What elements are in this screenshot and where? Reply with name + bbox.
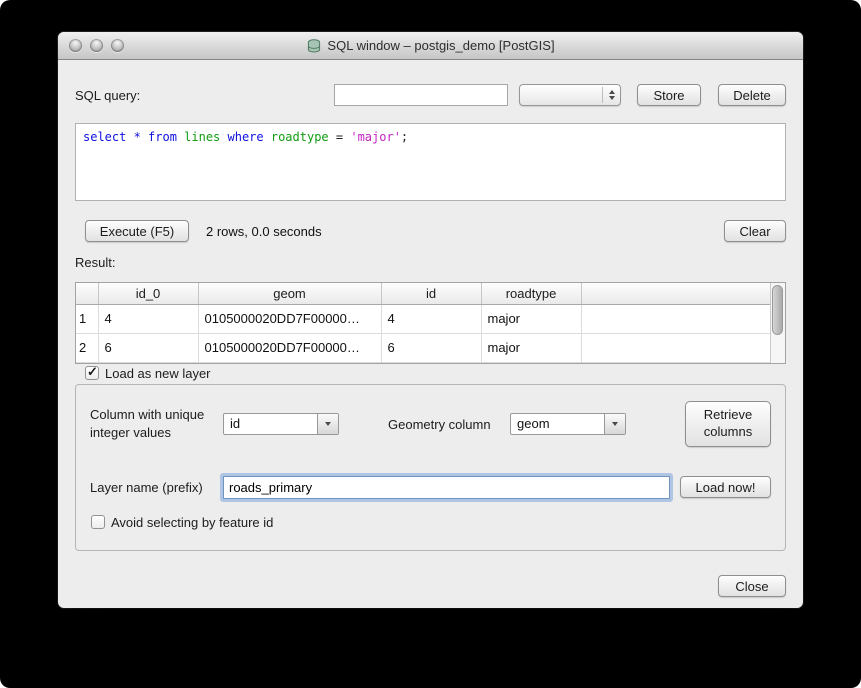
table-corner [76,283,98,304]
delete-button[interactable]: Delete [718,84,786,106]
cell-geom[interactable]: 0105000020DD7F00000… [198,333,381,362]
traffic-lights [69,32,124,59]
column-options-row: Column with unique integer values id Geo… [90,401,771,447]
chevron-up-down-icon [602,87,615,103]
layer-name-row: Layer name (prefix) Load now! [90,475,771,499]
execute-button[interactable]: Execute (F5) [85,220,189,242]
checkbox-unchecked[interactable] [91,515,105,529]
vertical-scrollbar[interactable] [770,283,785,363]
query-name-input[interactable] [334,84,508,106]
cell-roadtype[interactable]: major [481,333,581,362]
sql-token: where [220,130,271,144]
clear-button[interactable]: Clear [724,220,786,242]
load-as-new-layer-checkbox[interactable]: ✓ Load as new layer [85,365,786,381]
result-table: id_0 geom id roadtype 1 4 0105000020DD7F… [75,282,786,364]
sql-token: select * from [83,130,184,144]
window-content: SQL query: Store Delete select * from li… [58,60,803,608]
cell-filler [581,304,770,333]
cell-id_0[interactable]: 6 [98,333,198,362]
unique-column-value: id [224,414,317,434]
sql-code-line: select * from lines where roadtype = 'ma… [83,130,778,144]
layer-name-input[interactable] [223,476,670,499]
desktop-background: SQL window – postgis_demo [PostGIS] SQL … [0,0,861,688]
close-window-button[interactable] [69,39,82,52]
load-as-new-layer-label: Load as new layer [105,366,211,381]
sql-token: lines [184,130,220,144]
execute-bar: Execute (F5) 2 rows, 0.0 seconds Clear [75,220,786,242]
geometry-column-dropdown[interactable]: geom [510,413,626,435]
store-button[interactable]: Store [637,84,701,106]
row-number: 1 [76,304,98,333]
column-header-geom[interactable]: geom [198,283,381,304]
result-grid: id_0 geom id roadtype 1 4 0105000020DD7F… [76,283,770,363]
minimize-window-button[interactable] [90,39,103,52]
sql-editor[interactable]: select * from lines where roadtype = 'ma… [75,123,786,201]
load-now-button[interactable]: Load now! [680,476,771,498]
sql-window: SQL window – postgis_demo [PostGIS] SQL … [58,32,803,608]
chevron-down-icon [604,414,625,434]
avoid-selecting-checkbox[interactable]: Avoid selecting by feature id [91,514,771,530]
table-row[interactable]: 1 4 0105000020DD7F00000… 4 major [76,304,770,333]
cell-roadtype[interactable]: major [481,304,581,333]
unique-column-label: Column with unique integer values [90,406,223,441]
cell-id[interactable]: 4 [381,304,481,333]
query-bar: SQL query: Store Delete [75,84,786,106]
layer-name-label: Layer name (prefix) [90,480,223,495]
table-row[interactable]: 2 6 0105000020DD7F00000… 6 major [76,333,770,362]
checkmark-icon: ✓ [87,364,98,380]
geometry-column-label: Geometry column [388,417,491,432]
avoid-selecting-label: Avoid selecting by feature id [111,515,273,530]
column-header-filler [581,283,770,304]
query-status-text: 2 rows, 0.0 seconds [206,224,322,239]
table-header-row: id_0 geom id roadtype [76,283,770,304]
sql-query-label: SQL query: [75,88,140,103]
chevron-down-icon [317,414,338,434]
column-header-roadtype[interactable]: roadtype [481,283,581,304]
scrollbar-thumb[interactable] [772,285,783,335]
title-area: SQL window – postgis_demo [PostGIS] [306,38,554,54]
footer: Close [75,575,786,597]
stored-query-dropdown[interactable] [519,84,621,106]
sql-token: 'major' [350,130,401,144]
retrieve-columns-button[interactable]: Retrieve columns [685,401,771,447]
cell-filler [581,333,770,362]
checkbox-checked[interactable]: ✓ [85,366,99,380]
titlebar[interactable]: SQL window – postgis_demo [PostGIS] [58,32,803,60]
column-header-id_0[interactable]: id_0 [98,283,198,304]
cell-geom[interactable]: 0105000020DD7F00000… [198,304,381,333]
geometry-column-value: geom [511,414,604,434]
unique-column-dropdown[interactable]: id [223,413,339,435]
sql-token: = [329,130,351,144]
sql-window-icon [306,38,322,54]
load-options-groupbox: Column with unique integer values id Geo… [75,384,786,551]
sql-token: roadtype [271,130,329,144]
cell-id[interactable]: 6 [381,333,481,362]
result-label: Result: [75,255,786,271]
cell-id_0[interactable]: 4 [98,304,198,333]
window-title: SQL window – postgis_demo [PostGIS] [327,38,554,53]
zoom-window-button[interactable] [111,39,124,52]
column-header-id[interactable]: id [381,283,481,304]
sql-token: ; [401,130,408,144]
close-button[interactable]: Close [718,575,786,597]
row-number: 2 [76,333,98,362]
